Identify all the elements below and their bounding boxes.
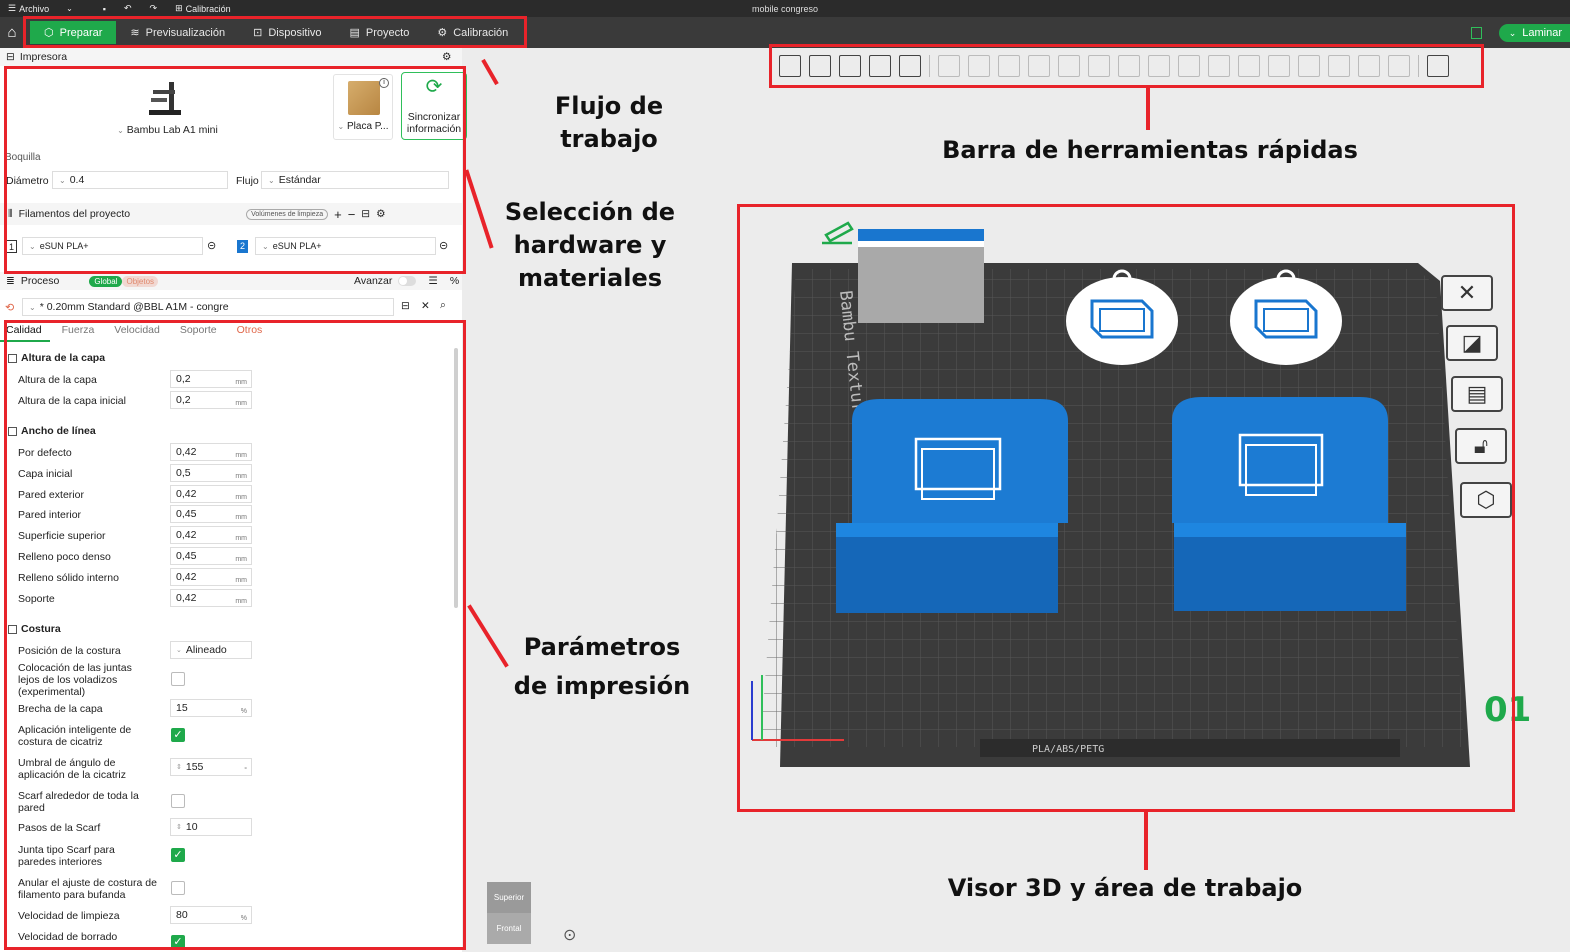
advanced-switch[interactable] bbox=[398, 276, 417, 286]
list-icon[interactable]: ☰ bbox=[428, 275, 437, 287]
calibration-icon: ⊞ bbox=[175, 3, 183, 13]
camera-reset-icon[interactable]: ⊙ bbox=[563, 925, 576, 945]
params-highlight bbox=[4, 320, 466, 950]
process-preset-select[interactable]: ⌄ * 0.20mm Standard @BBL A1M - congre bbox=[22, 298, 394, 316]
workflow-connector bbox=[481, 58, 499, 86]
save-preset-icon[interactable]: ⊟ bbox=[401, 300, 410, 312]
advanced-label: Avanzar bbox=[354, 275, 393, 287]
objects-toggle[interactable]: Objetos bbox=[122, 275, 159, 287]
params-connector bbox=[467, 604, 509, 668]
title-bar: ☰ Archivo ⌄ ▪ ↶ ↷ ⊞ Calibración mobile c… bbox=[0, 0, 1570, 17]
view-top[interactable]: Superior bbox=[487, 882, 531, 913]
viewer-connector bbox=[1144, 812, 1148, 870]
chevron-down-icon: ⌄ bbox=[66, 4, 73, 13]
settings-gear-icon[interactable]: ⚙ bbox=[442, 51, 451, 63]
window-title: mobile congreso bbox=[751, 3, 819, 14]
annotation-viewer: Visor 3D y área de trabajo bbox=[947, 874, 1303, 902]
file-menu[interactable]: ☰ Archivo ⌄ bbox=[8, 3, 73, 14]
workflow-highlight bbox=[23, 16, 527, 48]
printer-header: ⊟ Impresora ⚙ bbox=[0, 48, 462, 66]
slice-plate-icon[interactable] bbox=[1471, 27, 1482, 39]
annotation-workflow: Flujo de trabajo bbox=[554, 92, 664, 153]
process-icon: ≣ bbox=[6, 275, 15, 287]
reset-icon[interactable]: ⟲ bbox=[5, 301, 14, 314]
view-front[interactable]: Frontal bbox=[487, 913, 531, 944]
annotation-params: Parámetros de impresión bbox=[513, 633, 691, 700]
save-icon[interactable]: ▪ bbox=[103, 4, 106, 14]
process-header: ≣ Proceso Global Objetos Avanzar ☰ % bbox=[0, 272, 462, 290]
viewer-highlight bbox=[737, 204, 1515, 812]
chevron-down-icon: ⌄ bbox=[1508, 27, 1517, 38]
search-icon[interactable]: ⌕ bbox=[440, 299, 446, 312]
menu-icon: ☰ bbox=[8, 3, 17, 13]
hardware-highlight bbox=[4, 66, 466, 274]
undo-icon[interactable]: ↶ bbox=[124, 3, 132, 14]
home-icon[interactable]: ⌂ bbox=[0, 17, 24, 48]
annotation-hardware: Selección de hardware y materiales bbox=[504, 198, 676, 292]
quick-toolbar-connector bbox=[1146, 88, 1150, 130]
annotation-quick-toolbar: Barra de herramientas rápidas bbox=[942, 136, 1358, 164]
redo-icon[interactable]: ↷ bbox=[150, 3, 158, 14]
slice-button[interactable]: ⌄ Laminar bbox=[1498, 24, 1570, 42]
view-navigation-cube[interactable]: Superior Frontal bbox=[487, 882, 531, 944]
calibration-menu[interactable]: ⊞ Calibración bbox=[175, 3, 231, 14]
quick-toolbar-highlight bbox=[769, 44, 1484, 88]
close-icon[interactable]: ✕ bbox=[421, 300, 430, 312]
hardware-connector bbox=[464, 169, 494, 249]
global-toggle[interactable]: Global bbox=[89, 275, 123, 287]
percent-icon[interactable]: % bbox=[450, 275, 459, 287]
printer-icon: ⊟ bbox=[6, 51, 15, 63]
chevron-down-icon: ⌄ bbox=[29, 302, 36, 312]
